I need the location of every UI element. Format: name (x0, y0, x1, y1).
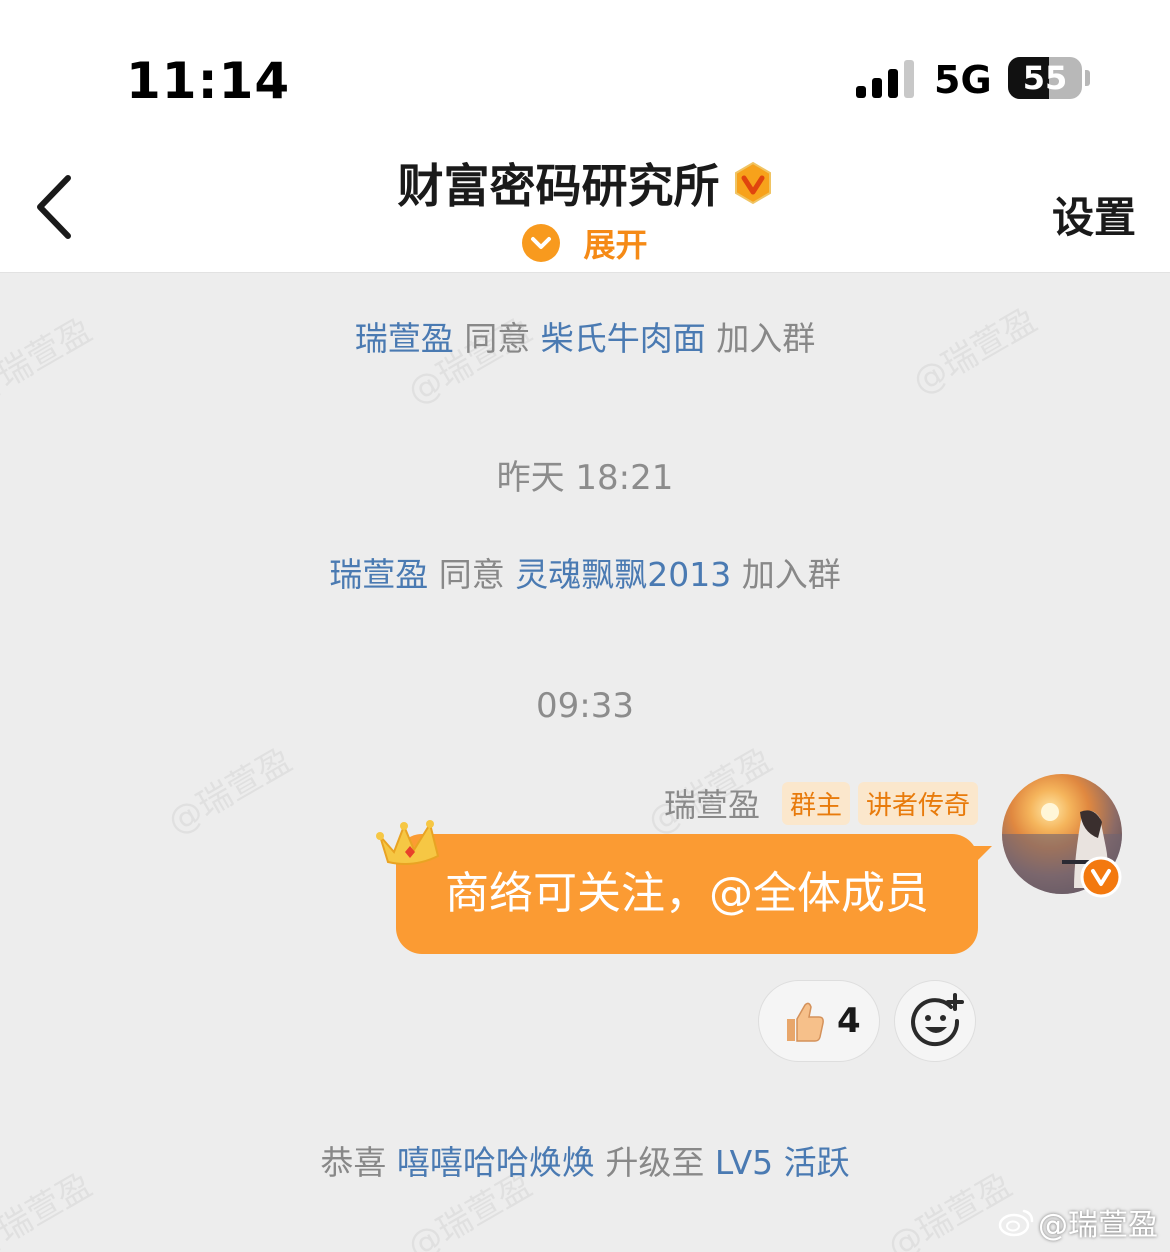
nav-bar: 财富密码研究所 展开 设置 (0, 130, 1170, 273)
reaction-count: 4 (837, 1001, 861, 1041)
add-reaction-button[interactable] (894, 980, 976, 1062)
nav-title-group: 财富密码研究所 (0, 150, 1170, 216)
sender-name[interactable]: 瑞萱盈 (664, 780, 760, 826)
system-suffix: 加入群 (716, 319, 816, 358)
chat-area[interactable]: @瑞萱盈 @瑞萱盈 @瑞萱盈 @瑞萱盈 @瑞萱盈 @瑞萱盈 @瑞萱盈 @瑞萱盈 … (0, 274, 1170, 1252)
message-bubble[interactable]: 商络可关注，@全体成员 (396, 834, 978, 954)
crown-icon (376, 820, 440, 865)
battery-icon: 55 (1008, 57, 1090, 99)
expand-label: 展开 (583, 226, 648, 264)
watermark: @瑞萱盈 (160, 740, 299, 843)
system-suffix: 加入群 (741, 555, 841, 594)
system-actor-link[interactable]: 瑞萱盈 (355, 319, 454, 358)
speaker-tag: 讲者传奇 (857, 781, 978, 825)
status-time: 11:14 (126, 52, 291, 110)
system-verb: 同意 (464, 319, 531, 358)
notice-prefix: 恭喜 (320, 1143, 387, 1182)
system-message: 瑞萱盈 同意 灵魂飘飘2013 加入群 (0, 548, 1170, 596)
system-target-link[interactable]: 柴氏牛肉面 (541, 319, 706, 358)
owner-tag: 群主 (781, 781, 850, 825)
battery-level: 55 (1022, 59, 1068, 97)
time-separator: 09:33 (536, 686, 634, 726)
system-verb: 同意 (438, 555, 505, 594)
weibo-credit: @瑞萱盈 (998, 1200, 1158, 1244)
system-target-link[interactable]: 灵魂飘飘2013 (515, 555, 731, 594)
verified-badge-icon (734, 161, 771, 205)
notice-level: LV5 活跃 (714, 1143, 850, 1182)
page-title: 财富密码研究所 (397, 159, 720, 213)
notice-user-link[interactable]: 嘻嘻哈哈焕焕 (397, 1143, 595, 1182)
signal-icon (856, 60, 916, 98)
weibo-credit-text: @瑞萱盈 (1038, 1208, 1158, 1243)
weibo-logo-icon (998, 1209, 1034, 1237)
level-up-notice: 恭喜 嘻嘻哈哈焕焕 升级至 LV5 活跃 (0, 1136, 1170, 1184)
expand-toggle[interactable]: 展开 (0, 220, 1170, 266)
notice-middle: 升级至 (605, 1143, 705, 1182)
add-emoji-icon (911, 993, 964, 1047)
verified-v-badge-icon (1080, 856, 1122, 898)
thumbs-up-reaction[interactable]: 4 (758, 980, 880, 1062)
thumbs-up-icon (787, 1002, 824, 1042)
system-actor-link[interactable]: 瑞萱盈 (329, 555, 428, 594)
chevron-down-circle-icon (522, 224, 561, 262)
system-message: 瑞萱盈 同意 柴氏牛肉面 加入群 (0, 312, 1170, 360)
network-label: 5G (934, 58, 992, 102)
settings-button[interactable]: 设置 (1052, 184, 1136, 245)
status-bar: 11:14 5G 55 (0, 0, 1170, 130)
message-text: 商络可关注，@全体成员 (445, 868, 929, 919)
time-separator: 昨天 18:21 (496, 458, 674, 498)
message-sender-row: 瑞萱盈 群主 讲者传奇 (664, 780, 978, 826)
